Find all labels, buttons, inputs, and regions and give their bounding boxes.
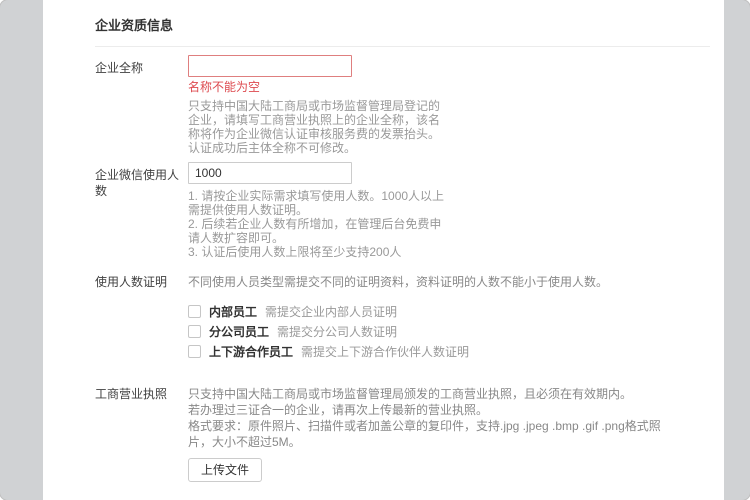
user-count-proof-description: 不同使用人员类型需提交不同的证明资料，资料证明的人数不能小于使用人数。: [188, 274, 710, 290]
user-count-hint-3: 3. 认证后使用人数上限将至少支持200人: [188, 245, 450, 259]
branch-staff-note: 需提交分公司人数证明: [277, 323, 397, 340]
qualification-panel: 企业资质信息 企业全称 名称不能为空 只支持中国大陆工商局或市场监督管理局登记的…: [43, 0, 724, 500]
proof-option-branch: 分公司员工 需提交分公司人数证明: [188, 321, 710, 341]
company-name-error: 名称不能为空: [188, 81, 710, 94]
company-name-input[interactable]: [188, 55, 352, 77]
company-name-hint: 只支持中国大陆工商局或市场监督管理局登记的企业，请填写工商营业执照上的企业全称，…: [188, 99, 450, 155]
internal-staff-name: 内部员工: [209, 303, 257, 320]
proof-option-internal: 内部员工 需提交企业内部人员证明: [188, 301, 710, 321]
proof-option-partner: 上下游合作员工 需提交上下游合作伙伴人数证明: [188, 341, 710, 361]
user-count-hints: 1. 请按企业实际需求填写使用人数。1000人以上需提供使用人数证明。 2. 后…: [188, 189, 710, 259]
partner-staff-note: 需提交上下游合作伙伴人数证明: [301, 343, 469, 360]
user-count-hint-1: 1. 请按企业实际需求填写使用人数。1000人以上需提供使用人数证明。: [188, 189, 450, 217]
branch-staff-checkbox[interactable]: [188, 325, 201, 338]
internal-staff-note: 需提交企业内部人员证明: [265, 303, 397, 320]
partner-staff-name: 上下游合作员工: [209, 343, 293, 360]
branch-staff-name: 分公司员工: [209, 323, 269, 340]
license-desc-2: 若办理过三证合一的企业，请再次上传最新的营业执照。: [188, 402, 663, 418]
business-license-label: 工商营业执照: [95, 386, 188, 402]
user-count-hint-2: 2. 后续若企业人数有所增加，在管理后台免费申请人数扩容即可。: [188, 217, 450, 245]
partner-staff-checkbox[interactable]: [188, 345, 201, 358]
user-count-row: 企业微信使用人数 1. 请按企业实际需求填写使用人数。1000人以上需提供使用人…: [95, 162, 710, 259]
proof-type-options: 内部员工 需提交企业内部人员证明 分公司员工 需提交分公司人数证明 上下游合作员…: [188, 301, 710, 361]
qualification-form: 企业全称 名称不能为空 只支持中国大陆工商局或市场监督管理局登记的企业，请填写工…: [95, 47, 710, 500]
internal-staff-checkbox[interactable]: [188, 305, 201, 318]
company-name-label: 企业全称: [95, 55, 188, 76]
user-count-proof-label: 使用人数证明: [95, 274, 188, 290]
user-count-label: 企业微信使用人数: [95, 162, 188, 199]
license-desc-1: 只支持中国大陆工商局或市场监督管理局颁发的工商营业执照，且必须在有效期内。: [188, 386, 663, 402]
company-name-row: 企业全称 名称不能为空 只支持中国大陆工商局或市场监督管理局登记的企业，请填写工…: [95, 55, 710, 155]
user-count-input[interactable]: [188, 162, 352, 184]
license-desc-3: 格式要求：原件照片、扫描件或者加盖公章的复印件，支持.jpg .jpeg .bm…: [188, 418, 663, 450]
user-count-proof-row: 使用人数证明 不同使用人员类型需提交不同的证明资料，资料证明的人数不能小于使用人…: [95, 274, 710, 361]
page-title: 企业资质信息: [95, 0, 710, 47]
license-upload-button[interactable]: 上传文件: [188, 458, 262, 482]
business-license-row: 工商营业执照 只支持中国大陆工商局或市场监督管理局颁发的工商营业执照，且必须在有…: [95, 386, 710, 482]
enterprise-verification-window: 企业资质信息 企业全称 名称不能为空 只支持中国大陆工商局或市场监督管理局登记的…: [0, 0, 750, 500]
